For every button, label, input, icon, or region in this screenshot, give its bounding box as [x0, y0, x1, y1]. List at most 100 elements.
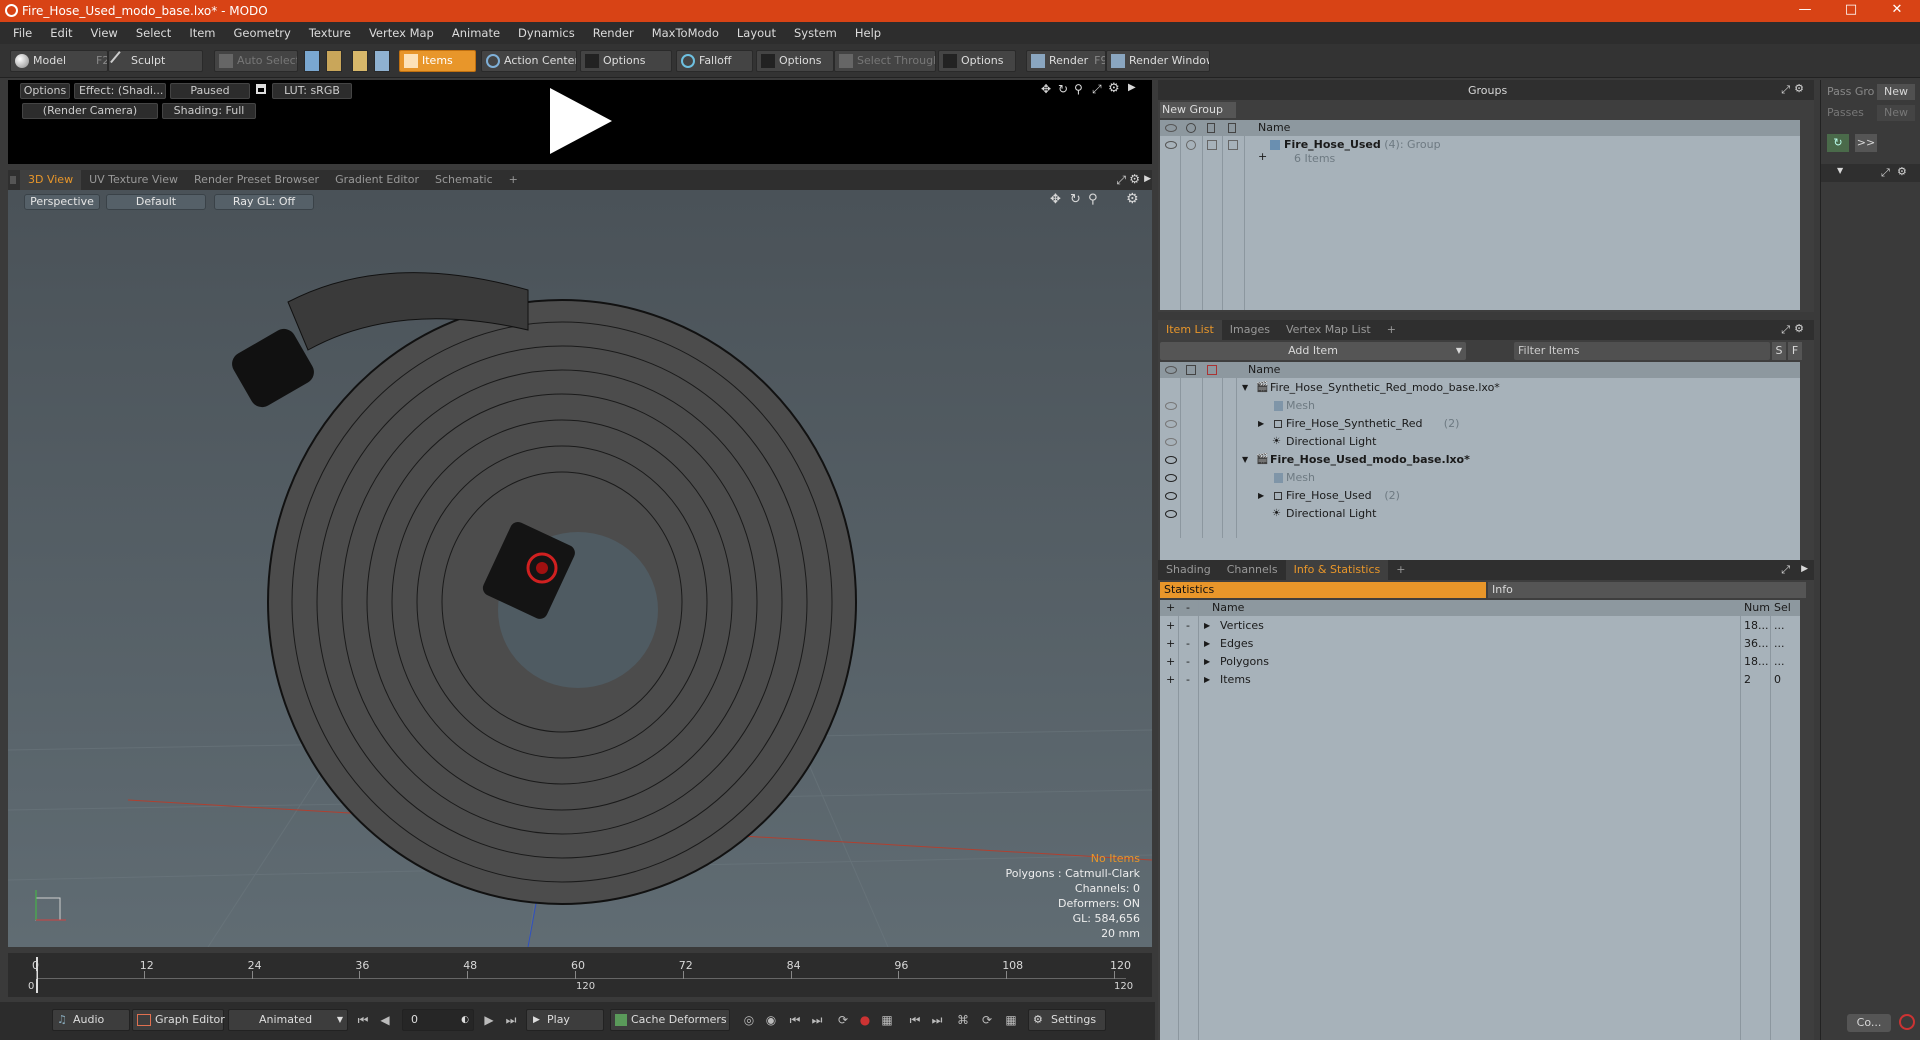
f-toggle-button[interactable]: F	[1788, 342, 1802, 360]
edges-mode-icon[interactable]	[326, 50, 342, 72]
eye-icon[interactable]	[1165, 474, 1177, 482]
arrow-right-icon[interactable]: ▶	[1144, 174, 1151, 184]
eye-icon[interactable]	[1165, 124, 1177, 132]
chevron-right-icon[interactable]: ▶	[1204, 653, 1210, 671]
lut-dropdown[interactable]: LUT: sRGB	[272, 83, 352, 99]
add-icon[interactable]: +	[1166, 671, 1175, 689]
move-icon[interactable]: ✥	[1041, 82, 1051, 96]
menu-help[interactable]: Help	[846, 26, 890, 40]
command-input[interactable]: Co...	[1847, 1014, 1891, 1032]
tab-gradient-editor[interactable]: Gradient Editor	[327, 170, 427, 190]
lock-icon[interactable]	[256, 84, 266, 94]
eye-icon[interactable]	[1165, 438, 1177, 446]
filter-items-input[interactable]: Filter Items	[1514, 342, 1770, 360]
menu-file[interactable]: File	[4, 26, 41, 40]
tab-vertex-map-list[interactable]: Vertex Map List	[1278, 320, 1379, 340]
new-group-button[interactable]: New Group	[1160, 102, 1236, 118]
timeline[interactable]: 0 12 24 36 48 60 72 84 96 108 120 0 120 120	[8, 953, 1152, 997]
expand-all-icon[interactable]: +	[1166, 601, 1175, 614]
chevron-down-icon[interactable]: ▼	[1242, 451, 1248, 469]
render-toggle-icon[interactable]	[1186, 123, 1196, 133]
render-window-button[interactable]: Render Window	[1106, 50, 1210, 72]
lock-icon[interactable]	[1207, 140, 1217, 150]
3d-viewport[interactable]: Perspective Default Ray GL: Off ✥ ↻ ⚲ ⚙ …	[8, 190, 1152, 947]
auto-select-button[interactable]: Auto Select	[214, 50, 298, 72]
polygons-mode-icon[interactable]	[352, 50, 368, 72]
menu-view[interactable]: View	[82, 26, 127, 40]
maximize-icon[interactable]: ⤢	[1781, 323, 1790, 337]
menu-animate[interactable]: Animate	[443, 26, 509, 40]
tab-schematic[interactable]: Schematic	[427, 170, 501, 190]
remove-icon[interactable]: -	[1186, 653, 1190, 671]
eye-icon[interactable]	[1165, 141, 1177, 149]
eye-icon[interactable]	[1165, 492, 1177, 500]
keyframe-icon[interactable]: ◎	[740, 1011, 758, 1029]
tab-info-statistics[interactable]: Info & Statistics	[1285, 560, 1389, 580]
record-icon[interactable]: ●	[856, 1011, 874, 1029]
chevron-right-icon[interactable]: ▶	[1258, 415, 1264, 433]
tab-item-list[interactable]: Item List	[1158, 320, 1222, 340]
animated-dropdown[interactable]: Animated ▼	[228, 1009, 348, 1031]
render-toggle-icon[interactable]	[1186, 140, 1196, 150]
falloff-button[interactable]: Falloff	[676, 50, 753, 72]
play-button[interactable]: ▶ Play	[526, 1009, 604, 1031]
eye-icon[interactable]	[1165, 456, 1177, 464]
tab-channels[interactable]: Channels	[1219, 560, 1286, 580]
maximize-icon[interactable]: ⤢	[1781, 563, 1790, 577]
jump-start-icon[interactable]: ⏮	[354, 1011, 372, 1029]
expand-icon[interactable]: +	[1258, 150, 1267, 163]
next-key-icon[interactable]: ⏭	[808, 1011, 826, 1029]
item-list[interactable]: Name ▼ 🎬 Fire_Hose_Synthetic_Red_modo_base…	[1160, 362, 1800, 560]
prev-key-icon[interactable]: ⏮	[786, 1011, 804, 1029]
options-button-1[interactable]: Options	[580, 50, 672, 72]
maximize-icon[interactable]: ⤢	[1881, 166, 1890, 180]
select-through-button[interactable]: Select Through	[834, 50, 936, 72]
arrow-right-icon[interactable]: ▶	[1128, 82, 1136, 93]
gear-icon[interactable]: ⚙	[1794, 322, 1804, 335]
preview-options-button[interactable]: Options	[20, 83, 70, 99]
material-mode-icon[interactable]	[374, 50, 390, 72]
next-frame-icon[interactable]: ⏭	[928, 1011, 946, 1029]
eye-icon[interactable]	[1165, 420, 1177, 428]
new-pass-group-button[interactable]: New	[1877, 84, 1915, 100]
close-icon[interactable]: ✕	[1874, 0, 1920, 22]
gear-icon[interactable]: ⚙	[1129, 172, 1140, 186]
add-tab-button[interactable]: +	[1388, 560, 1413, 580]
add-icon[interactable]: +	[1166, 653, 1175, 671]
statistics-row[interactable]: + - ▶ Vertices 18......	[1160, 617, 1800, 635]
eye-icon[interactable]	[1165, 510, 1177, 518]
select-icon[interactable]	[1228, 140, 1238, 150]
frame-spinner-icon[interactable]: ◐	[461, 1010, 469, 1030]
item-row[interactable]: Mesh	[1160, 397, 1800, 415]
menu-item[interactable]: Item	[180, 26, 224, 40]
chevron-right-icon[interactable]: ▶	[1204, 671, 1210, 689]
statistics-tab[interactable]: Statistics	[1160, 582, 1486, 598]
action-center-button[interactable]: Action Center	[481, 50, 577, 72]
menu-maxtomodo[interactable]: MaxToModo	[643, 26, 728, 40]
play-icon[interactable]	[546, 86, 614, 156]
item-row[interactable]: Mesh	[1160, 469, 1800, 487]
vertices-mode-icon[interactable]	[304, 50, 320, 72]
key-options-icon[interactable]: ▦	[878, 1011, 896, 1029]
options-button-3[interactable]: Options	[938, 50, 1016, 72]
eye-icon[interactable]	[1165, 366, 1177, 374]
remove-icon[interactable]: -	[1186, 617, 1190, 635]
auto-key-icon[interactable]: ◉	[762, 1011, 780, 1029]
new-pass-button[interactable]: New	[1877, 105, 1915, 121]
add-tab-button[interactable]: +	[1379, 320, 1404, 340]
lock-key-icon[interactable]: ▦	[1002, 1011, 1020, 1029]
add-icon[interactable]: +	[1166, 635, 1175, 653]
add-icon[interactable]: +	[1166, 617, 1175, 635]
tab-images[interactable]: Images	[1222, 320, 1278, 340]
expand-more-button[interactable]: >>	[1855, 134, 1877, 152]
item-row[interactable]: ▼ 🎬 Fire_Hose_Used_modo_base.lxo*	[1160, 451, 1800, 469]
gear-icon[interactable]: ⚙	[1108, 81, 1120, 96]
menu-dynamics[interactable]: Dynamics	[509, 26, 584, 40]
menu-vertex-map[interactable]: Vertex Map	[360, 26, 443, 40]
lock-icon[interactable]	[1186, 365, 1196, 375]
cache-deformers-button[interactable]: Cache Deformers	[610, 1009, 730, 1031]
gear-icon[interactable]: ⚙	[1794, 82, 1804, 95]
options-button-2[interactable]: Options	[756, 50, 834, 72]
item-row[interactable]: ▶ Fire_Hose_Synthetic_Red (2)	[1160, 415, 1800, 433]
statistics-row[interactable]: + - ▶ Edges 36......	[1160, 635, 1800, 653]
